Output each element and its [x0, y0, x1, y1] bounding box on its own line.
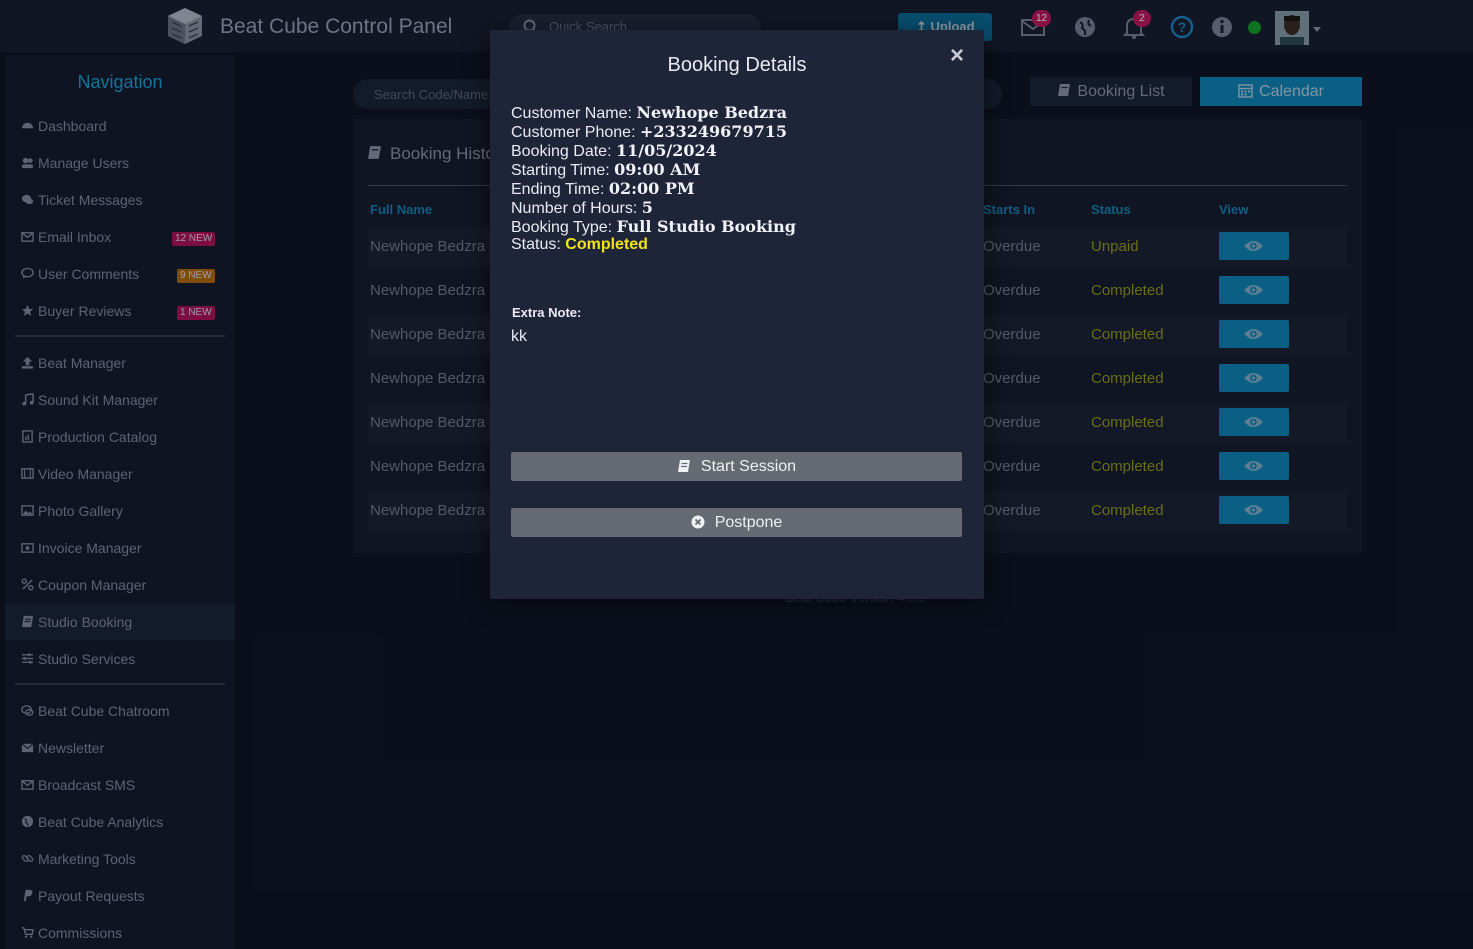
- detail-value: 11/05/2024: [615, 141, 717, 160]
- detail-label: Starting Time:: [511, 162, 610, 179]
- detail-label: Number of Hours:: [511, 200, 638, 217]
- postpone-button[interactable]: Postpone: [511, 508, 962, 537]
- detail-value: Newhope Bedzra: [636, 103, 787, 122]
- detail-booking-date: Booking Date: 11/05/2024: [511, 141, 717, 161]
- detail-value: +233249679715: [639, 122, 787, 141]
- detail-ending-time: Ending Time: 02:00 PM: [511, 179, 695, 199]
- postpone-label: Postpone: [714, 514, 783, 531]
- detail-label: Ending Time:: [511, 181, 605, 198]
- detail-customer-phone: Customer Phone: +233249679715: [511, 122, 787, 142]
- detail-label: Customer Name:: [511, 105, 632, 122]
- detail-value: 5: [641, 198, 653, 217]
- detail-value: Full Studio Booking: [616, 217, 796, 236]
- status-value: Completed: [565, 236, 648, 253]
- detail-booking-type: Booking Type: Full Studio Booking: [511, 217, 796, 237]
- detail-label: Customer Phone:: [511, 124, 636, 141]
- detail-number-of-hours: Number of Hours: 5: [511, 198, 653, 218]
- detail-status: Status: Completed: [511, 236, 648, 254]
- detail-label: Status:: [511, 236, 561, 253]
- book-icon: [677, 460, 690, 472]
- extra-note-text: kk: [511, 328, 527, 345]
- times-circle-icon: [691, 515, 705, 529]
- detail-value: 09:00 AM: [614, 160, 701, 179]
- extra-note-label: Extra Note:: [512, 305, 582, 320]
- close-icon[interactable]: ×: [950, 43, 964, 69]
- detail-label: Booking Date:: [511, 143, 612, 160]
- start-session-label: Start Session: [700, 458, 797, 475]
- detail-customer-name: Customer Name: Newhope Bedzra: [511, 103, 787, 123]
- start-session-button[interactable]: Start Session: [511, 452, 962, 481]
- modal-title: Booking Details: [667, 54, 807, 76]
- detail-value: 02:00 PM: [608, 179, 695, 198]
- detail-starting-time: Starting Time: 09:00 AM: [511, 160, 700, 180]
- booking-details-modal: Booking Details × Customer Name: Newhope…: [490, 30, 984, 599]
- detail-label: Booking Type:: [511, 219, 613, 236]
